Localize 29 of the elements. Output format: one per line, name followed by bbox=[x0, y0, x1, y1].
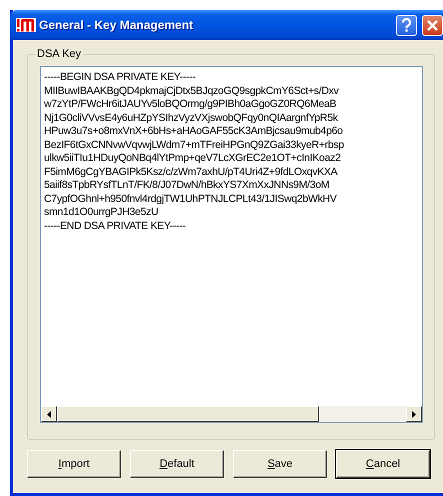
key-text-line: smn1d1O0urrgPJH3e5zU bbox=[44, 206, 160, 220]
scroll-left-button[interactable] bbox=[41, 406, 57, 422]
scroll-thumb[interactable] bbox=[57, 406, 319, 422]
key-text-line: ulkw5iiTIu1HDuyQoNBq4lYtPmp+qeV7LcXGrEC2e1OT+cInIKoaz2 bbox=[44, 152, 342, 166]
help-button[interactable] bbox=[396, 14, 417, 36]
dialog-button[interactable]: Save bbox=[233, 450, 327, 478]
close-button[interactable] bbox=[422, 14, 443, 36]
right-arrow-icon bbox=[412, 410, 416, 418]
question-mark-icon bbox=[401, 18, 412, 32]
dialog-button[interactable]: Cancel bbox=[336, 450, 430, 478]
key-text-line: F5imM6gCgYBAGIPk5Ksz/c/zWm7axhU/pT4Uri4Z+9fdLOxqvKXA bbox=[44, 166, 338, 179]
scroll-right-button[interactable] bbox=[406, 406, 422, 422]
horizontal-scrollbar[interactable] bbox=[41, 406, 422, 422]
window-title: General - Key Management bbox=[39, 18, 194, 32]
dialog-button[interactable]: Default bbox=[130, 450, 224, 478]
key-text-line: HPuw3u7s+o8mxVnX+6bHs+aHAoGAF55cK3AmBjcsau9mub4p6o bbox=[44, 125, 344, 138]
key-text-line: BezIF6tGxCNNvwVqvwjLWdm7+mTFreiHPGnQ9ZGai33kyeR+rbsp bbox=[44, 138, 345, 152]
key-text-line: -----BEGIN DSA PRIVATE KEY----- bbox=[44, 71, 197, 84]
key-text-line: Nj1G0cliVVvsE4y6uHZpYSIhzVyzVXjswobQFqy0nQIAargnfYpR5k bbox=[44, 112, 339, 125]
key-text-line: w7zYtP/FWcHr6itJAUYv5loBQOrmg/g9PIBh0aGgoGZ0RQ6MeaB bbox=[44, 98, 338, 112]
group-label: DSA Key bbox=[36, 48, 82, 60]
dialog-button[interactable]: Import bbox=[27, 450, 121, 478]
close-icon bbox=[426, 18, 439, 32]
key-text-line: 5aiif8sTpbRYsfTLnT/FK/8/J07DwN/hBkxYS7XmXxJNNs9M/3oM bbox=[44, 179, 330, 192]
left-arrow-icon bbox=[47, 410, 51, 418]
key-text-line: C7ypfOGhnl+h950fnvl4rdgjTW1UhPTNJLCPLt43/1JISwq2bWkHV bbox=[44, 192, 338, 206]
key-text-line: -----END DSA PRIVATE KEY----- bbox=[44, 220, 187, 233]
key-text-line: MIIBuwIBAAKBgQD4pkmajCjDtx5BJqzoGQ9sgpkCmY6Sct+s/Dxv bbox=[44, 84, 340, 98]
app-logo-icon bbox=[16, 18, 36, 32]
